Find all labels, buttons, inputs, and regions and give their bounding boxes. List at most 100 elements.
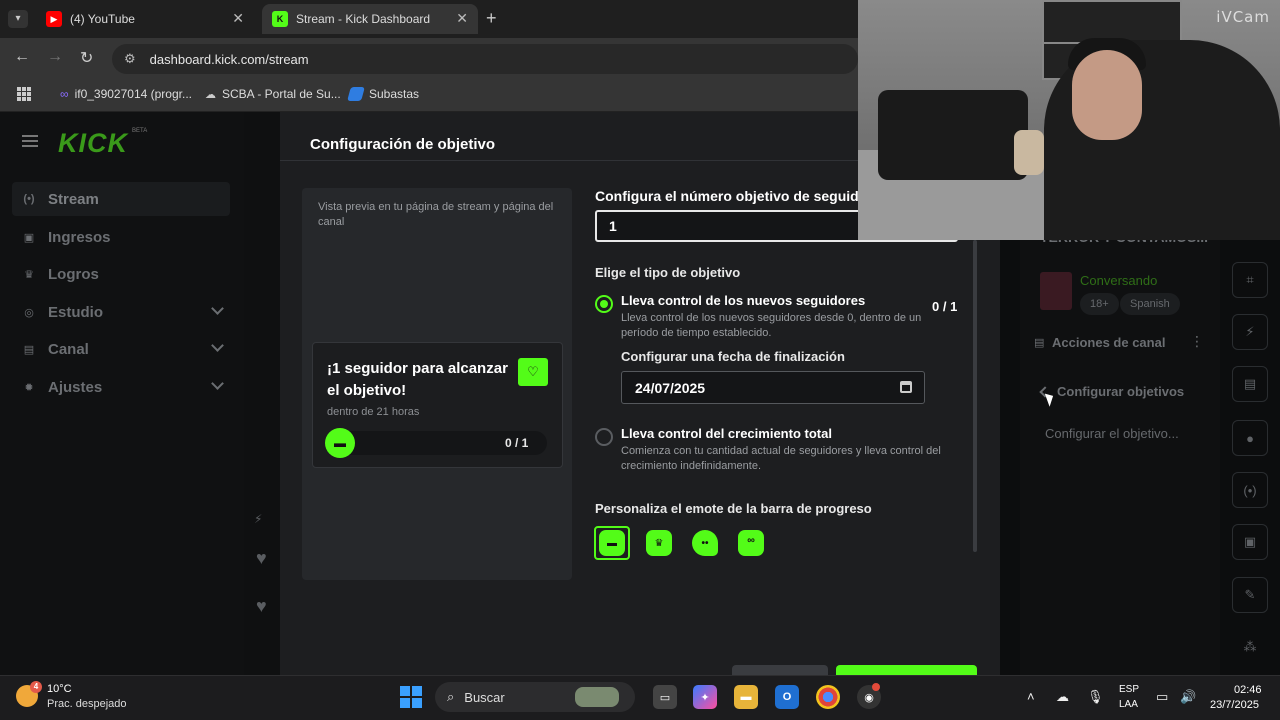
forward-icon[interactable]: → [47,48,63,66]
webcam-overlay: iVCam [858,0,1280,240]
weather-temperature[interactable]: 10°C [47,683,72,695]
emote-ghost-icon[interactable]: •• [692,530,718,556]
option-count: 0 / 1 [932,299,958,314]
wrench-icon[interactable]: ✎ [1232,577,1268,613]
option-title[interactable]: Lleva control de los nuevos seguidores [621,293,865,308]
radio-total-growth[interactable] [595,428,613,446]
more-options-icon[interactable]: ⋮ [1190,333,1204,350]
emote-crown-icon[interactable]: ♛ [646,530,672,556]
document-icon[interactable]: ▤ [1232,366,1268,402]
modal-title: Configuración de objetivo [310,136,496,153]
apps-icon[interactable] [17,87,31,101]
chevron-up-icon[interactable]: ˄ [1027,689,1035,704]
sidebar-item-canal[interactable]: ▤ Canal [12,332,230,366]
goal-card-title: ¡1 seguidor para alcanzar el objetivo! [327,360,508,399]
webcam-watermark: iVCam [1216,8,1270,26]
option-title[interactable]: Lleva control del crecimiento total [621,426,832,441]
reload-icon[interactable]: ↻ [80,48,93,68]
end-date-label: Configurar una fecha de finalización [621,349,845,364]
radio-new-followers[interactable] [595,295,613,313]
cloud-icon: ☁ [205,88,216,101]
heart-icon: ♥ [256,596,267,616]
nodes-icon[interactable]: ⁂ [1232,629,1268,665]
calendar-icon[interactable] [900,381,912,393]
emote-frog-icon[interactable]: ºº [738,530,764,556]
url-field[interactable]: ⚙ dashboard.kick.com/stream [112,44,858,74]
bookmark-item[interactable]: ☁ SCBA - Portal de Su... [205,87,341,101]
clock-date[interactable]: 23/7/2025 [1210,699,1259,711]
close-icon[interactable]: ✕ [456,10,468,27]
start-button[interactable] [400,686,422,708]
goal-progress-label: 0 / 1 [505,436,529,450]
new-tab-button[interactable]: + [486,8,497,29]
sidebar-item-logros[interactable]: ♛ Logros [12,257,230,291]
file-explorer-icon[interactable]: ▬ [734,685,758,709]
gear-icon: ✹ [24,381,34,394]
divider [280,160,860,161]
camera-icon[interactable]: ▣ [1232,524,1268,560]
bookmark-item[interactable]: Subastas [347,87,419,101]
modal-scrollbar[interactable] [973,240,977,552]
stream-category[interactable]: Conversando [1080,273,1157,288]
wallet-icon: ▣ [23,231,35,244]
cancel-button[interactable] [732,665,828,675]
taskbar-search[interactable]: ⌕ Buscar [435,682,635,712]
kick-icon: K [272,11,288,27]
task-view-icon[interactable]: ▭ [653,685,677,709]
network-icon[interactable]: ▭ [1156,689,1168,705]
language-indicator[interactable]: ESP [1119,684,1139,695]
youtube-icon: ▶ [46,11,62,27]
emote-label: Personaliza el emote de la barra de prog… [595,501,872,516]
kick-logo[interactable]: KICK [58,128,128,159]
site-info-icon[interactable]: ⚙ [124,51,136,67]
chevron-down-icon [211,302,224,315]
clock-time[interactable]: 02:46 [1234,684,1262,696]
option-description: Comienza con tu cantidad actual de segui… [621,445,941,472]
volume-icon[interactable]: 🔊 [1180,689,1196,705]
bookmark-item[interactable]: ∞ if0_39027014 (progr... [60,87,192,101]
lightning-icon: ⚡ [254,512,263,526]
option-description: Lleva control de los nuevos seguidores d… [621,312,922,339]
chrome-icon[interactable] [816,685,840,709]
onedrive-icon[interactable]: ☁ [1056,689,1069,705]
configure-goal-item[interactable]: Configurar el objetivo... [1045,426,1179,441]
search-highlight-image [575,687,619,707]
clip-icon[interactable]: ⌗ [1232,262,1268,298]
tab-youtube[interactable]: ▶ (4) YouTube ✕ [36,4,254,34]
close-icon[interactable]: ✕ [232,10,244,27]
emote-cool-icon[interactable]: ▬ [599,530,625,556]
microphone [1014,130,1044,175]
sidebar-item-ajustes[interactable]: ✹ Ajustes [12,370,230,404]
lightning-icon[interactable]: ⚡ [1232,314,1268,350]
microphone-icon[interactable]: 🎙 [1087,689,1104,705]
target-followers-label: Configura el número objetivo de seguidor… [595,188,889,204]
channel-actions-heading: Acciones de canal [1052,335,1166,350]
weather-description[interactable]: Prac. despejado [47,698,127,710]
keyboard-layout[interactable]: LAA [1119,699,1138,710]
tag-chip[interactable]: Spanish [1120,293,1180,315]
tab-kick-dashboard[interactable]: K Stream - Kick Dashboard ✕ [262,4,478,34]
address-bar: ← → ↻ ⚙ dashboard.kick.com/stream [0,38,860,80]
stream-icon: (•) [23,193,35,205]
bookmark-icon [347,87,365,101]
copilot-icon[interactable]: ✦ [693,685,717,709]
sidebar-item-ingresos[interactable]: ▣ Ingresos [12,220,230,254]
menu-icon[interactable] [22,135,38,147]
studio-icon: ◎ [24,306,34,319]
chat-icon[interactable]: ● [1232,420,1268,456]
tag-chip[interactable]: 18+ [1080,293,1119,315]
broadcast-icon[interactable]: (•) [1232,472,1268,508]
save-button[interactable] [836,665,977,675]
sidebar-item-estudio[interactable]: ◎ Estudio [12,295,230,329]
tab-label: (4) YouTube [70,12,135,26]
back-icon[interactable]: ← [14,48,30,66]
end-date-input[interactable]: 24/07/2025 [621,371,925,404]
dashboard-middle-column [244,112,280,675]
recording-indicator [872,683,880,691]
goal-type-label: Elige el tipo de objetivo [595,265,741,280]
tab-search-button[interactable]: ▾ [8,10,28,28]
outlook-icon[interactable]: O [775,685,799,709]
configure-goals-button[interactable]: Configurar objetivos [1057,384,1184,399]
category-thumbnail [1040,272,1072,310]
sidebar-item-stream[interactable]: (•) Stream [12,182,230,216]
